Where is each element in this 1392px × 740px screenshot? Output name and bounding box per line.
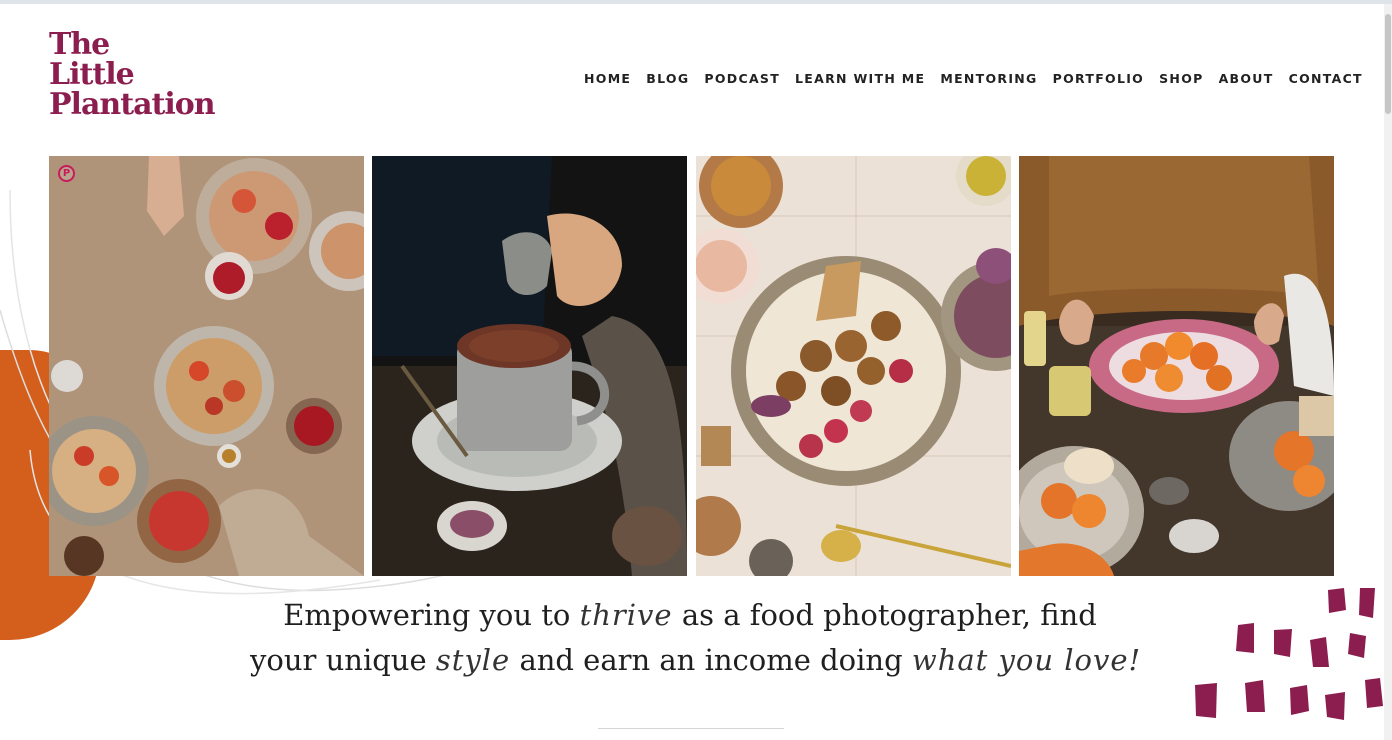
nav-shop[interactable]: SHOP	[1159, 71, 1203, 86]
pinterest-icon[interactable]: P	[58, 165, 75, 182]
nav-portfolio[interactable]: PORTFOLIO	[1053, 71, 1145, 86]
site-logo[interactable]: The Little Plantation	[49, 27, 216, 122]
nav-blog[interactable]: BLOG	[646, 71, 689, 86]
falafel-bowl-photo[interactable]	[696, 156, 1011, 576]
main-nav: HOME BLOG PODCAST LEARN WITH ME MENTORIN…	[584, 71, 1378, 86]
pasta-plate-photo[interactable]	[1019, 156, 1334, 576]
tagline-text-1b: as a food photographer, find	[681, 598, 1097, 632]
breakfast-bowls-photo[interactable]	[49, 156, 364, 576]
nav-learn-with-me[interactable]: LEARN WITH ME	[795, 71, 925, 86]
nav-home[interactable]: HOME	[584, 71, 631, 86]
tagline-script-what-you-love: what you love!	[911, 643, 1142, 677]
tagline-script-style: style	[435, 643, 511, 677]
tagline-line-2: your unique style and earn an income doi…	[250, 643, 1140, 677]
scrollbar-thumb[interactable]	[1385, 14, 1391, 114]
plum-brush-marks	[1195, 588, 1383, 720]
hot-chocolate-photo[interactable]	[372, 156, 687, 576]
tagline-text-2b: and earn an income doing	[519, 643, 903, 677]
nav-mentoring[interactable]: MENTORING	[940, 71, 1037, 86]
tagline-text-1a: Empowering you to	[283, 598, 571, 632]
section-divider	[598, 728, 784, 729]
tagline-text-2a: your unique	[250, 643, 427, 677]
browser-top-border	[0, 0, 1392, 4]
nav-contact[interactable]: CONTACT	[1289, 71, 1363, 86]
nav-podcast[interactable]: PODCAST	[704, 71, 780, 86]
tagline-script-thrive: thrive	[579, 598, 673, 632]
logo-line-2: Little	[49, 57, 135, 92]
logo-line-1: The	[49, 27, 110, 62]
nav-about[interactable]: ABOUT	[1219, 71, 1274, 86]
tagline-line-1: Empowering you to thrive as a food photo…	[250, 598, 1130, 632]
logo-line-3: Plantation	[49, 87, 216, 122]
